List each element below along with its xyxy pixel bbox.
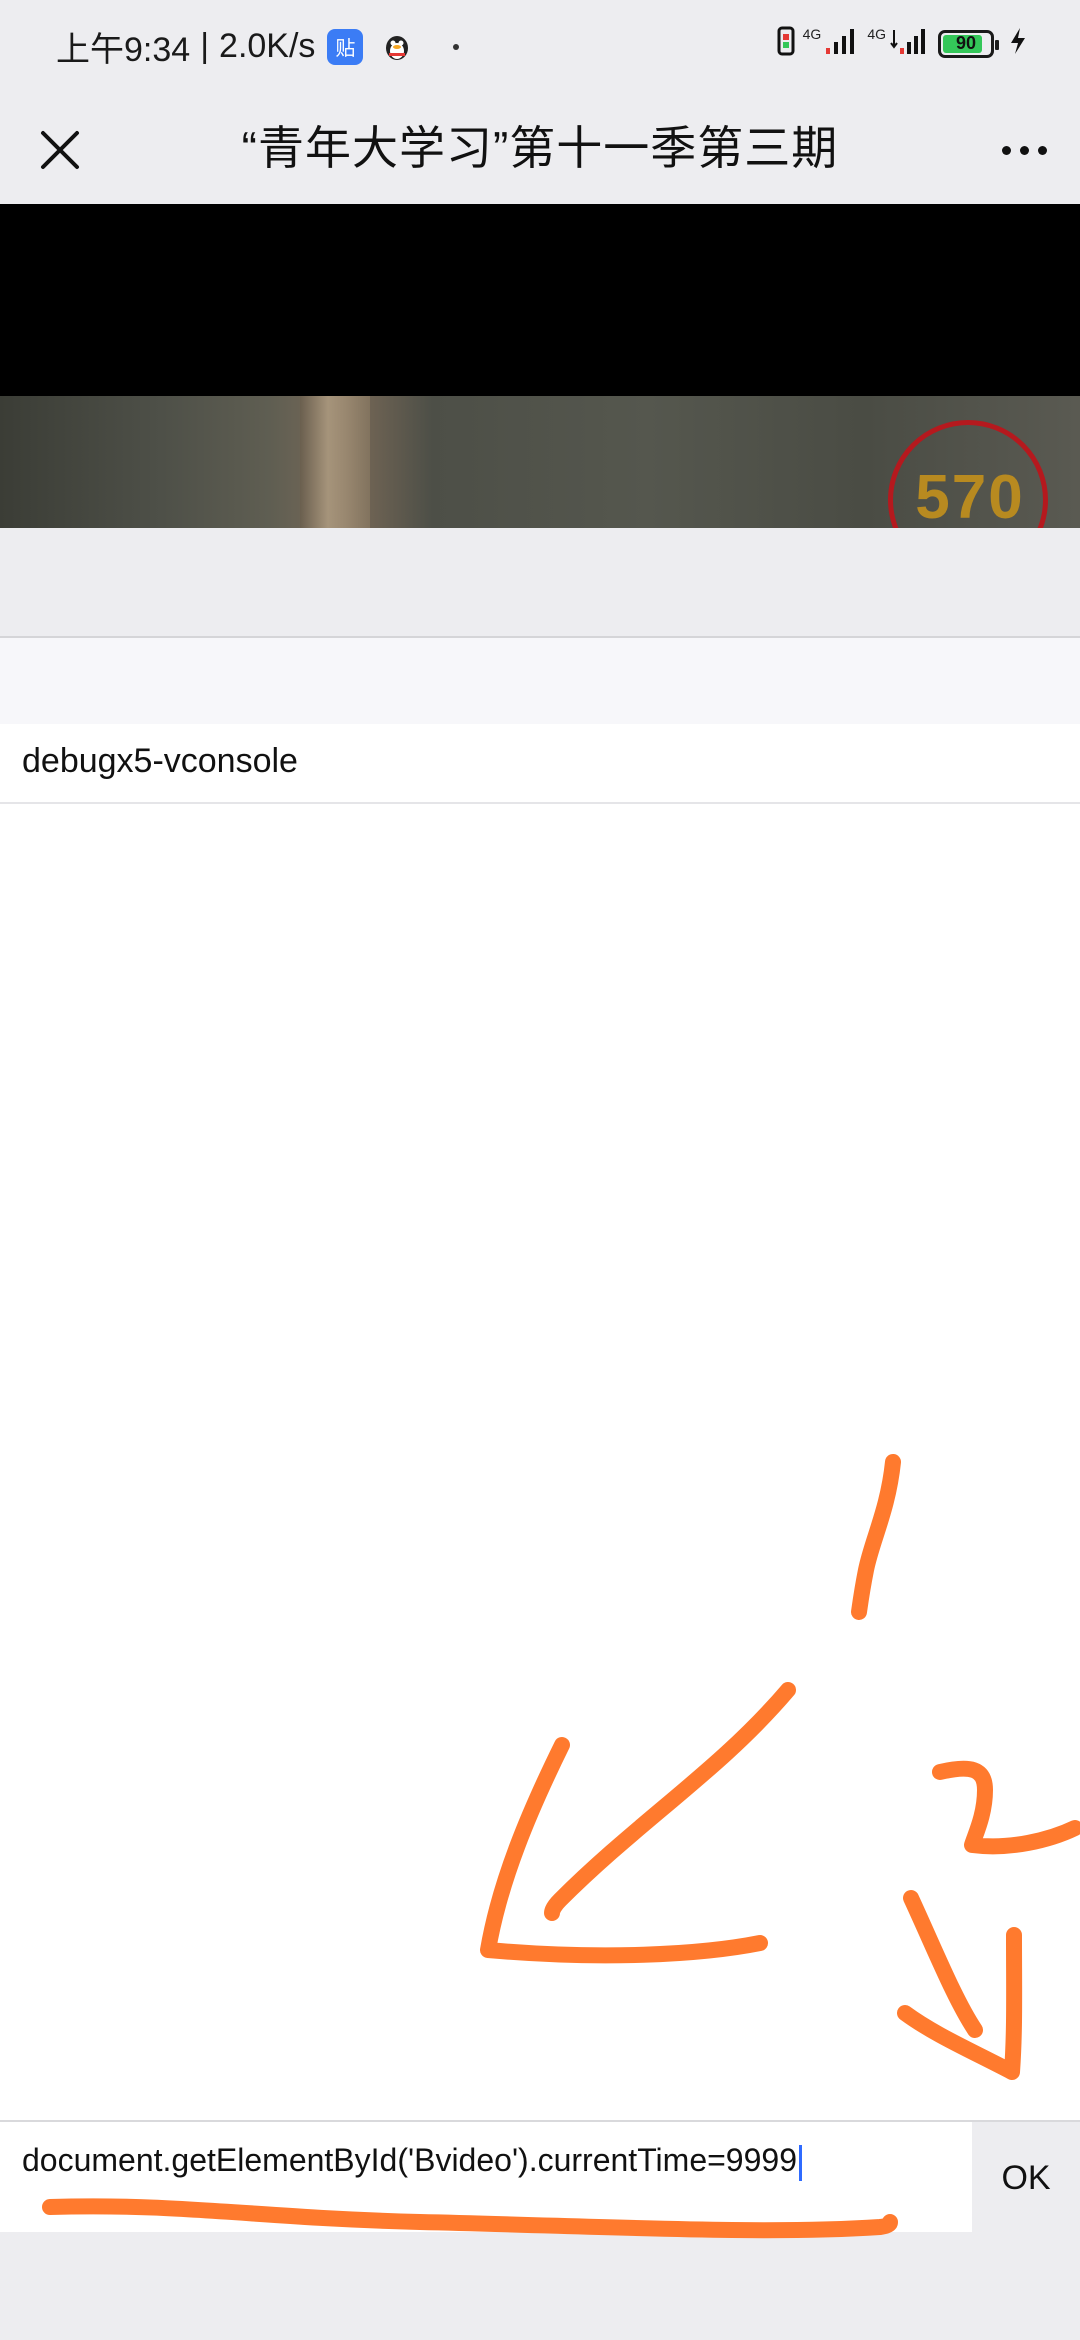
signal-2-icon	[890, 26, 930, 61]
command-input-row: document.getElementById('Bvideo').curren…	[0, 2120, 1080, 2234]
text-caret	[798, 2144, 802, 2181]
vconsole-panel: debugx5-vconsole	[0, 636, 1080, 2256]
status-right: 4G 4G 90	[777, 26, 1028, 61]
console-toolbar	[0, 638, 1080, 724]
more-options-button[interactable]	[992, 118, 1056, 182]
command-input-value: document.getElementById('Bvideo').curren…	[22, 2142, 797, 2178]
status-time: 上午9:34	[56, 31, 191, 69]
console-item-label: debugx5-vconsole	[22, 742, 298, 780]
more-dot-icon	[1019, 145, 1029, 155]
status-bar: 上午9:34 | 2.0K/s 贴 4G 4G 90	[0, 0, 1080, 96]
signal-1-label: 4G	[802, 25, 822, 42]
battery-percent: 90	[955, 33, 977, 53]
bottom-area	[0, 2232, 1080, 2340]
status-left: 上午9:34 | 2.0K/s 贴	[56, 22, 460, 71]
console-list-item[interactable]: debugx5-vconsole	[0, 724, 1080, 804]
signal-1-icon	[825, 26, 859, 61]
more-dot-icon	[1037, 145, 1047, 155]
video-frame-pillar	[300, 396, 370, 528]
notification-dot-icon	[453, 43, 460, 50]
network-speed: 2.0K/s	[219, 27, 316, 65]
tieba-app-icon: 贴	[327, 28, 364, 65]
countdown-timer: 570	[915, 463, 1025, 532]
page-title: “青年大学习”第十一季第三期	[241, 122, 839, 174]
battery-icon: 90	[938, 29, 999, 58]
title-bar: “青年大学习”第十一季第三期	[0, 96, 1080, 204]
ok-button[interactable]: OK	[972, 2122, 1080, 2234]
page-gap	[0, 528, 1080, 636]
console-log-area	[0, 804, 1080, 2256]
sim-card-icon	[777, 26, 795, 61]
signal-2-label: 4G	[867, 25, 886, 42]
charging-bolt-icon	[1008, 26, 1028, 61]
close-icon	[41, 131, 79, 169]
command-input[interactable]: document.getElementById('Bvideo').curren…	[0, 2122, 970, 2234]
status-separator: |	[200, 27, 210, 65]
close-button[interactable]	[28, 118, 92, 182]
qq-penguin-icon	[381, 31, 413, 63]
more-dot-icon	[1001, 145, 1011, 155]
